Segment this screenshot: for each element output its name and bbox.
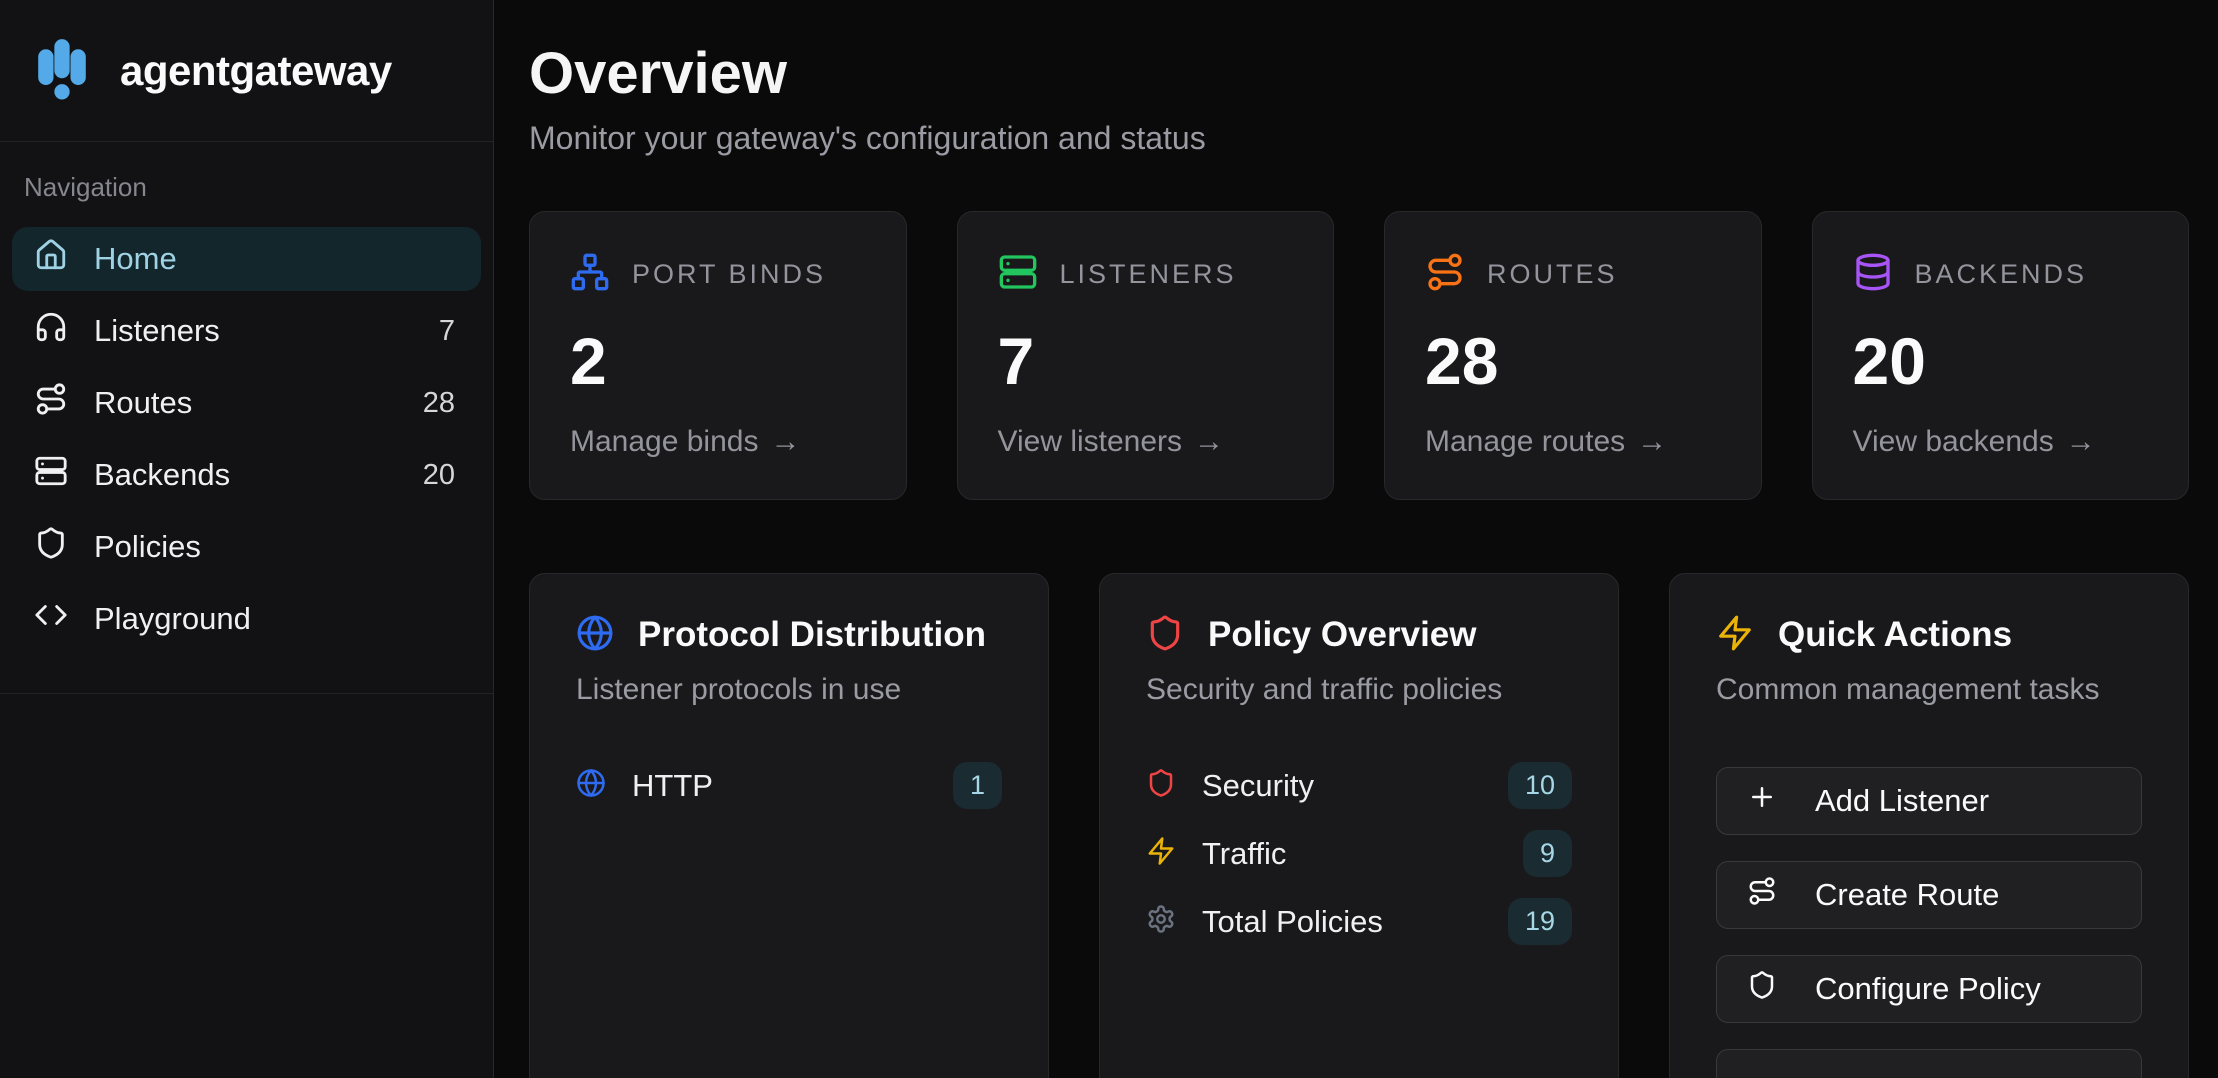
stat-value: 7 — [998, 323, 1294, 399]
panel-subtitle: Common management tasks — [1716, 673, 2142, 707]
sidebar-item-listeners[interactable]: Listeners 7 — [12, 299, 481, 363]
home-icon — [34, 238, 68, 280]
policy-category: Traffic — [1202, 836, 1286, 872]
protocol-name: HTTP — [632, 768, 713, 804]
main-content: Overview Monitor your gateway's configur… — [495, 0, 2218, 1078]
sidebar-nav: Navigation Home Listeners 7 Routes — [0, 142, 493, 694]
globe-icon — [576, 614, 614, 657]
brand-link[interactable]: agentgateway — [0, 0, 493, 142]
stats-row: PORT BINDS 2 Manage binds→ LISTENERS 7 V… — [529, 211, 2189, 500]
sidebar-count-badge: 20 — [423, 459, 455, 492]
sidebar-count-badge: 7 — [439, 315, 455, 348]
page-subtitle: Monitor your gateway's configuration and… — [529, 120, 2189, 157]
shield-icon — [1146, 614, 1184, 657]
route-icon — [34, 382, 68, 424]
stat-value: 20 — [1853, 323, 2149, 399]
sidebar: agentgateway Navigation Home Listeners 7 — [0, 0, 494, 1078]
stat-value: 28 — [1425, 323, 1721, 399]
policy-row-traffic: Traffic 9 — [1146, 827, 1572, 881]
agentgateway-logo-icon — [28, 34, 96, 107]
stat-card-backends: BACKENDS 20 View backends→ — [1812, 211, 2190, 500]
stat-card-listeners: LISTENERS 7 View listeners→ — [957, 211, 1335, 500]
configure-policy-button[interactable]: Configure Policy — [1716, 955, 2142, 1023]
sidebar-item-label: Policies — [94, 529, 201, 565]
sidebar-item-routes[interactable]: Routes 28 — [12, 371, 481, 435]
page-title: Overview — [529, 42, 2189, 106]
gear-icon — [1146, 904, 1176, 939]
sidebar-item-label: Playground — [94, 601, 251, 637]
sidebar-item-policies[interactable]: Policies — [12, 515, 481, 579]
code-icon — [34, 598, 68, 640]
route-icon — [1747, 876, 1777, 914]
arrow-right-icon: → — [770, 425, 800, 458]
sidebar-item-home[interactable]: Home — [12, 227, 481, 291]
policy-row-total: Total Policies 19 — [1146, 895, 1572, 949]
stat-label: LISTENERS — [1060, 259, 1237, 290]
protocol-distribution-panel: Protocol Distribution Listener protocols… — [529, 573, 1049, 1078]
sidebar-item-label: Home — [94, 241, 177, 277]
server-icon — [34, 454, 68, 496]
add-listener-button[interactable]: Add Listener — [1716, 767, 2142, 835]
count-badge: 1 — [953, 762, 1002, 809]
zap-icon — [1146, 836, 1176, 871]
stat-label: ROUTES — [1487, 259, 1618, 290]
policy-row-security: Security 10 — [1146, 759, 1572, 813]
arrow-right-icon: → — [1637, 425, 1667, 458]
quick-action-button-partial[interactable] — [1716, 1049, 2142, 1078]
panel-subtitle: Security and traffic policies — [1146, 673, 1572, 707]
zap-icon — [1716, 614, 1754, 657]
manage-routes-link[interactable]: Manage routes→ — [1425, 425, 1721, 459]
count-badge: 19 — [1508, 898, 1572, 945]
nav-section-label: Navigation — [24, 172, 481, 203]
policy-overview-panel: Policy Overview Security and traffic pol… — [1099, 573, 1619, 1078]
stat-card-routes: ROUTES 28 Manage routes→ — [1384, 211, 1762, 500]
quick-actions-panel: Quick Actions Common management tasks Ad… — [1669, 573, 2189, 1078]
app-window: agentgateway Navigation Home Listeners 7 — [0, 0, 2218, 1078]
sidebar-item-backends[interactable]: Backends 20 — [12, 443, 481, 507]
view-listeners-link[interactable]: View listeners→ — [998, 425, 1294, 459]
stat-label: BACKENDS — [1915, 259, 2088, 290]
stat-label: PORT BINDS — [632, 259, 826, 290]
sidebar-item-label: Routes — [94, 385, 192, 421]
stat-value: 2 — [570, 323, 866, 399]
panel-title: Protocol Distribution — [638, 615, 986, 655]
brand-name: agentgateway — [120, 47, 392, 95]
globe-icon — [576, 768, 606, 803]
arrow-right-icon: → — [2066, 425, 2096, 458]
sidebar-item-label: Listeners — [94, 313, 220, 349]
protocol-row-http: HTTP 1 — [576, 759, 1002, 813]
database-icon — [1853, 252, 1893, 297]
stat-card-port-binds: PORT BINDS 2 Manage binds→ — [529, 211, 907, 500]
shield-icon — [1747, 970, 1777, 1008]
route-icon — [1425, 252, 1465, 297]
panels-row: Protocol Distribution Listener protocols… — [529, 573, 2189, 1078]
manage-binds-link[interactable]: Manage binds→ — [570, 425, 866, 459]
view-backends-link[interactable]: View backends→ — [1853, 425, 2149, 459]
shield-icon — [1146, 768, 1176, 803]
sidebar-item-label: Backends — [94, 457, 230, 493]
policy-category: Total Policies — [1202, 904, 1383, 940]
panel-title: Quick Actions — [1778, 615, 2012, 655]
count-badge: 10 — [1508, 762, 1572, 809]
shield-icon — [34, 526, 68, 568]
headphones-icon — [34, 310, 68, 352]
sidebar-item-playground[interactable]: Playground — [12, 587, 481, 651]
sidebar-count-badge: 28 — [423, 387, 455, 420]
plus-icon — [1747, 782, 1777, 820]
create-route-button[interactable]: Create Route — [1716, 861, 2142, 929]
count-badge: 9 — [1523, 830, 1572, 877]
panel-title: Policy Overview — [1208, 615, 1476, 655]
panel-subtitle: Listener protocols in use — [576, 673, 1002, 707]
arrow-right-icon: → — [1194, 425, 1224, 458]
policy-category: Security — [1202, 768, 1314, 804]
server-icon — [998, 252, 1038, 297]
network-icon — [570, 252, 610, 297]
